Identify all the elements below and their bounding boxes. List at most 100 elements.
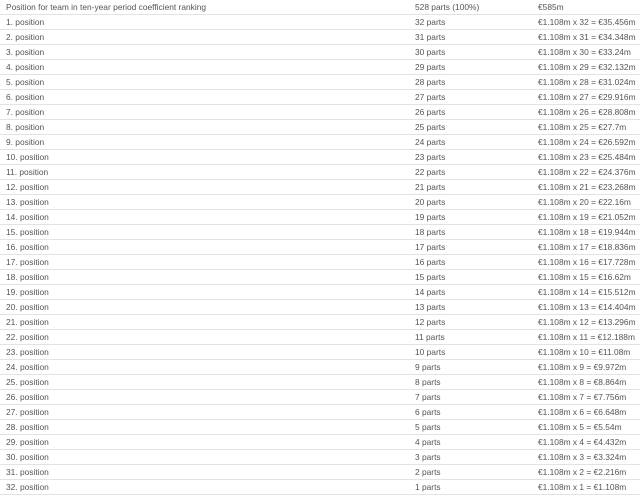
cell-position: 20. position	[0, 299, 409, 315]
table-row: 12. position 21 parts €1.108m x 21 = €23.2…	[0, 179, 640, 195]
cell-position: 28. position	[0, 419, 409, 435]
cell-amount: €1.108m x 22 = €24.376m	[532, 164, 640, 180]
table-row: 24. position 9 parts €1.108m x 9 = €9.972m	[0, 359, 640, 375]
cell-parts: 29 parts	[409, 59, 532, 75]
cell-parts: 25 parts	[409, 119, 532, 135]
cell-amount: €1.108m x 4 = €4.432m	[532, 434, 640, 450]
cell-amount: €1.108m x 15 = €16.62m	[532, 269, 640, 285]
cell-position: 16. position	[0, 239, 409, 255]
cell-parts: 16 parts	[409, 254, 532, 270]
cell-position: 21. position	[0, 314, 409, 330]
cell-amount: €1.108m x 32 = €35.456m	[532, 14, 640, 30]
cell-amount: €1.108m x 21 = €23.268m	[532, 179, 640, 195]
cell-amount: €1.108m x 24 = €26.592m	[532, 134, 640, 150]
cell-position: 12. position	[0, 179, 409, 195]
cell-position: 27. position	[0, 404, 409, 420]
cell-amount: €1.108m x 10 = €11.08m	[532, 344, 640, 360]
cell-parts: 3 parts	[409, 449, 532, 465]
cell-position: 13. position	[0, 194, 409, 210]
cell-parts: 13 parts	[409, 299, 532, 315]
cell-parts: 32 parts	[409, 14, 532, 30]
cell-parts: 31 parts	[409, 29, 532, 45]
cell-parts: 11 parts	[409, 329, 532, 345]
cell-position: 14. position	[0, 209, 409, 225]
cell-parts: 10 parts	[409, 344, 532, 360]
cell-amount: €1.108m x 27 = €29.916m	[532, 89, 640, 105]
header-parts: 528 parts (100%)	[409, 0, 532, 15]
cell-amount: €1.108m x 11 = €12.188m	[532, 329, 640, 345]
cell-parts: 4 parts	[409, 434, 532, 450]
cell-parts: 28 parts	[409, 74, 532, 90]
cell-position: 9. position	[0, 134, 409, 150]
cell-position: 23. position	[0, 344, 409, 360]
cell-amount: €1.108m x 19 = €21.052m	[532, 209, 640, 225]
table-row: 4. position 29 parts €1.108m x 29 = €32.13…	[0, 59, 640, 75]
table-row: 5. position 28 parts €1.108m x 28 = €31.02…	[0, 74, 640, 90]
table-row: 17. position 16 parts €1.108m x 16 = €17.7…	[0, 254, 640, 270]
cell-position: 26. position	[0, 389, 409, 405]
table-row: 18. position 15 parts €1.108m x 15 = €16.6…	[0, 269, 640, 285]
table-row: 13. position 20 parts €1.108m x 20 = €22.1…	[0, 194, 640, 210]
table-row: 1. position 32 parts €1.108m x 32 = €35.45…	[0, 14, 640, 30]
cell-parts: 15 parts	[409, 269, 532, 285]
cell-amount: €1.108m x 5 = €5.54m	[532, 419, 640, 435]
table-row: 10. position 23 parts €1.108m x 23 = €25.4…	[0, 149, 640, 165]
cell-position: 1. position	[0, 14, 409, 30]
cell-parts: 8 parts	[409, 374, 532, 390]
cell-amount: €1.108m x 18 = €19.944m	[532, 224, 640, 240]
cell-amount: €1.108m x 23 = €25.484m	[532, 149, 640, 165]
cell-position: 19. position	[0, 284, 409, 300]
cell-position: 31. position	[0, 464, 409, 480]
cell-amount: €1.108m x 1 = €1.108m	[532, 479, 640, 495]
table-row: 11. position 22 parts €1.108m x 22 = €24.3…	[0, 164, 640, 180]
header-amount: €585m	[532, 0, 640, 15]
table-row: 27. position 6 parts €1.108m x 6 = €6.648m	[0, 404, 640, 420]
cell-parts: 18 parts	[409, 224, 532, 240]
cell-parts: 14 parts	[409, 284, 532, 300]
cell-position: 32. position	[0, 479, 409, 495]
cell-position: 11. position	[0, 164, 409, 180]
cell-amount: €1.108m x 2 = €2.216m	[532, 464, 640, 480]
table-row: 22. position 11 parts €1.108m x 11 = €12.1…	[0, 329, 640, 345]
cell-amount: €1.108m x 9 = €9.972m	[532, 359, 640, 375]
cell-position: 29. position	[0, 434, 409, 450]
cell-amount: €1.108m x 6 = €6.648m	[532, 404, 640, 420]
table-row: 14. position 19 parts €1.108m x 19 = €21.0…	[0, 209, 640, 225]
table-row: 2. position 31 parts €1.108m x 31 = €34.34…	[0, 29, 640, 45]
table-row: 8. position 25 parts €1.108m x 25 = €27.7m	[0, 119, 640, 135]
cell-position: 4. position	[0, 59, 409, 75]
cell-amount: €1.108m x 17 = €18.836m	[532, 239, 640, 255]
table-body: Position for team in ten-year period coe…	[0, 0, 640, 495]
cell-position: 22. position	[0, 329, 409, 345]
table-row: 26. position 7 parts €1.108m x 7 = €7.756m	[0, 389, 640, 405]
cell-parts: 22 parts	[409, 164, 532, 180]
cell-parts: 30 parts	[409, 44, 532, 60]
table-row: 28. position 5 parts €1.108m x 5 = €5.54m	[0, 419, 640, 435]
table-row: 7. position 26 parts €1.108m x 26 = €28.80…	[0, 104, 640, 120]
cell-parts: 7 parts	[409, 389, 532, 405]
cell-amount: €1.108m x 29 = €32.132m	[532, 59, 640, 75]
cell-position: 25. position	[0, 374, 409, 390]
cell-position: 3. position	[0, 44, 409, 60]
table-row: 29. position 4 parts €1.108m x 4 = €4.432m	[0, 434, 640, 450]
table-row: 3. position 30 parts €1.108m x 30 = €33.24…	[0, 44, 640, 60]
cell-parts: 24 parts	[409, 134, 532, 150]
header-position: Position for team in ten-year period coe…	[0, 0, 409, 15]
cell-parts: 5 parts	[409, 419, 532, 435]
cell-position: 7. position	[0, 104, 409, 120]
cell-amount: €1.108m x 7 = €7.756m	[532, 389, 640, 405]
cell-position: 15. position	[0, 224, 409, 240]
cell-position: 17. position	[0, 254, 409, 270]
cell-parts: 21 parts	[409, 179, 532, 195]
cell-parts: 2 parts	[409, 464, 532, 480]
cell-position: 2. position	[0, 29, 409, 45]
cell-amount: €1.108m x 25 = €27.7m	[532, 119, 640, 135]
cell-amount: €1.108m x 20 = €22.16m	[532, 194, 640, 210]
cell-parts: 17 parts	[409, 239, 532, 255]
cell-position: 5. position	[0, 74, 409, 90]
cell-parts: 23 parts	[409, 149, 532, 165]
cell-parts: 9 parts	[409, 359, 532, 375]
cell-parts: 1 parts	[409, 479, 532, 495]
cell-amount: €1.108m x 3 = €3.324m	[532, 449, 640, 465]
cell-amount: €1.108m x 31 = €34.348m	[532, 29, 640, 45]
